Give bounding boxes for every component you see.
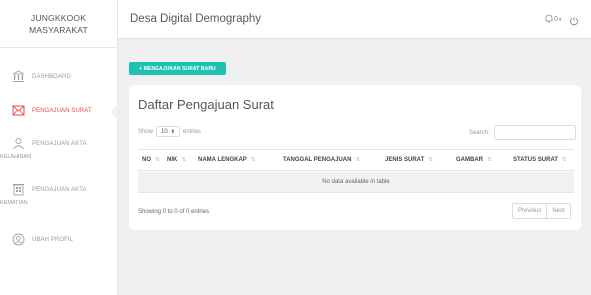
notification-button[interactable]: 0 ▾ bbox=[545, 14, 561, 25]
table-header: NO ⇅ NIK ⇅ NAMA LENGKAP ⇅ TANGGAL PENGAJUAN… bbox=[138, 149, 574, 171]
new-letter-button[interactable]: + MENGAJUKAN SURAT BARU bbox=[129, 62, 226, 75]
column-header-nama-lengkap[interactable]: NAMA LENGKAP ⇅ bbox=[198, 157, 255, 163]
column-header-status-surat[interactable]: STATUS SURAT ⇅ bbox=[513, 157, 567, 163]
sort-icon: ⇅ bbox=[487, 157, 492, 163]
empty-table-row: No data available in table bbox=[138, 172, 574, 193]
chevron-down-icon: ▾ bbox=[558, 16, 562, 23]
sort-icon: ⇅ bbox=[355, 157, 361, 163]
select-arrows-icon: ⬍ bbox=[170, 128, 175, 135]
bell-icon bbox=[545, 14, 553, 25]
entries-label: entries bbox=[182, 128, 201, 135]
show-label: Show bbox=[138, 128, 154, 135]
sort-icon: ⇅ bbox=[250, 157, 256, 163]
mail-icon bbox=[11, 103, 25, 117]
sidebar-item-label: UBAH PROFIL bbox=[32, 237, 74, 243]
sidebar-item-label: DASHBOARD bbox=[32, 74, 71, 80]
bank-icon bbox=[11, 69, 25, 83]
card-title: Daftar Pengajuan Surat bbox=[138, 97, 274, 112]
sidebar: JUNGKKOOK MASYARAKAT DASHBOARD PENGAJUAN… bbox=[0, 0, 118, 295]
page-length-select[interactable]: 10 ⬍ bbox=[156, 126, 180, 137]
column-header-no[interactable]: NO ⇅ bbox=[142, 157, 160, 163]
sort-icon: ⇅ bbox=[155, 157, 160, 163]
brand-line-1: JUNGKKOOK bbox=[30, 12, 87, 23]
sidebar-item-label-2: KEMATIAN bbox=[0, 200, 28, 206]
sort-icon: ⇅ bbox=[181, 157, 186, 163]
power-button[interactable] bbox=[569, 13, 579, 31]
building-icon bbox=[11, 182, 25, 196]
page-title: Desa Digital Demography bbox=[130, 13, 262, 25]
sidebar-item-dashboard[interactable]: DASHBOARD bbox=[0, 70, 117, 83]
sidebar-item-akta-kematian[interactable]: PENGAJUAN AKTA bbox=[0, 183, 117, 196]
brand-line-2: MASYARAKAT bbox=[29, 24, 88, 35]
next-button[interactable]: Next bbox=[546, 204, 569, 218]
sidebar-item-label: PENGAJUAN SURAT bbox=[32, 108, 92, 114]
sort-icon: ⇅ bbox=[562, 157, 567, 163]
sidebar-item-label: PENGAJUAN AKTA bbox=[32, 187, 87, 193]
topbar: Desa Digital Demography 0 ▾ bbox=[118, 0, 591, 39]
column-header-jenis-surat[interactable]: JENIS SURAT ⇅ bbox=[385, 157, 433, 163]
brand: JUNGKKOOK MASYARAKAT bbox=[0, 0, 117, 48]
letter-list-card: Daftar Pengajuan Surat Show 10 ⬍ entries… bbox=[129, 85, 581, 230]
notification-count: 0 bbox=[554, 16, 558, 23]
search-input[interactable] bbox=[493, 125, 576, 140]
sidebar-item-label: PENGAJUAN AKTA bbox=[32, 141, 87, 147]
search-label: Search: bbox=[469, 129, 490, 136]
active-caret bbox=[111, 104, 118, 120]
sidebar-item-label-2: KELAHIRAN bbox=[0, 154, 32, 160]
previous-button[interactable]: Previous bbox=[513, 204, 546, 218]
user-icon bbox=[11, 136, 25, 150]
column-header-nik[interactable]: NIK ⇅ bbox=[167, 157, 186, 163]
profile-icon bbox=[11, 232, 25, 246]
search-control: Search: bbox=[469, 125, 576, 140]
page-length-value: 10 bbox=[161, 128, 168, 135]
column-header-tanggal-pengajuan[interactable]: TANGGAL PENGAJUAN ⇅ bbox=[283, 157, 360, 163]
sidebar-item-akta-kelahiran[interactable]: PENGAJUAN AKTA bbox=[0, 137, 117, 150]
pagination: Previous Next bbox=[512, 203, 571, 219]
page-length-control: Show 10 ⬍ entries bbox=[138, 126, 201, 137]
column-header-gambar[interactable]: GAMBAR ⇅ bbox=[456, 157, 492, 163]
power-icon bbox=[569, 13, 579, 30]
table-info: Showing 0 to 0 of 0 entries bbox=[138, 209, 210, 215]
sidebar-item-ubah-profil[interactable]: UBAH PROFIL bbox=[0, 233, 117, 246]
sort-icon: ⇅ bbox=[428, 157, 433, 163]
sidebar-item-pengajuan-surat[interactable]: PENGAJUAN SURAT bbox=[0, 104, 117, 117]
